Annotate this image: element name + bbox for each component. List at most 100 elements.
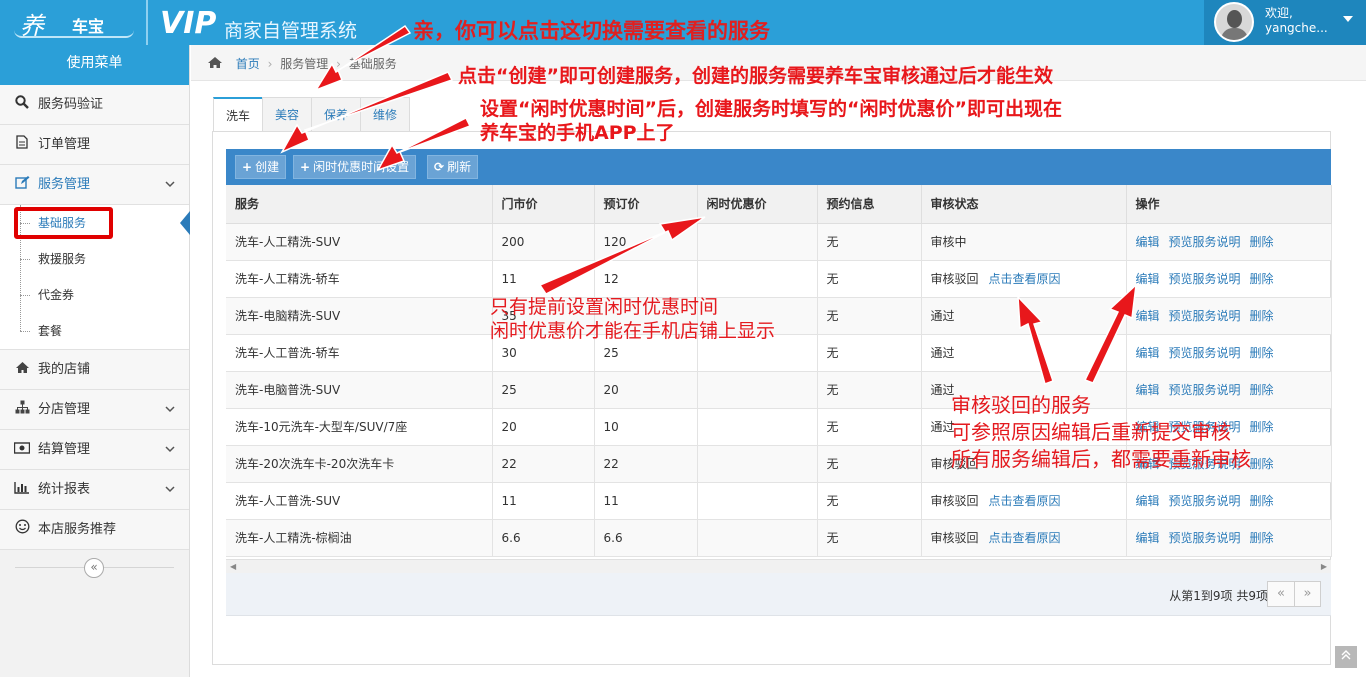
sidebar-item-my-shop[interactable]: 我的店铺 xyxy=(0,350,189,390)
table-row[interactable]: 洗车-人工精洗-棕榈油 6.6 6.6 无审核驳回 点击查看原因 编辑 预览服务说明 删除 xyxy=(226,519,1332,557)
review-status-text: 审核中 xyxy=(930,235,967,249)
column-header-service[interactable]: 服务 xyxy=(226,185,493,224)
preview-description-link[interactable]: 预览服务说明 xyxy=(1169,235,1241,249)
annotation-idle-tip-line1: 设置“闲时优惠时间”后，创建服务时填写的“闲时优惠价”即可出现在 xyxy=(480,98,1062,120)
sidebar-item-settlement[interactable]: 结算管理 xyxy=(0,430,189,470)
preview-description-link[interactable]: 预览服务说明 xyxy=(1169,531,1241,545)
review-status-cell: 审核中 xyxy=(921,223,1127,261)
welcome-label: 欢迎, xyxy=(1265,6,1293,20)
delete-link[interactable]: 删除 xyxy=(1250,309,1274,323)
column-header-market-price[interactable]: 门市价 xyxy=(492,185,595,224)
table-row[interactable]: 洗车-人工普洗-轿车 30 25 无通过 编辑 预览服务说明 删除 xyxy=(226,334,1332,372)
view-reason-link[interactable]: 点击查看原因 xyxy=(989,494,1061,508)
money-icon xyxy=(13,430,31,469)
delete-link[interactable]: 删除 xyxy=(1250,346,1274,360)
table-row[interactable]: 洗车-人工精洗-轿车 11 12 无审核驳回 点击查看原因 编辑 预览服务说明 删除 xyxy=(226,260,1332,298)
delete-link[interactable]: 删除 xyxy=(1250,457,1274,471)
table-row[interactable]: 洗车-人工精洗-SUV 200 120 无审核中 编辑 预览服务说明 删除 xyxy=(226,223,1332,261)
submenu-item-rescue-service[interactable]: 救援服务 xyxy=(0,241,189,277)
review-status-text: 审核驳回 xyxy=(930,494,979,508)
idle-price-cell xyxy=(697,260,818,298)
market-price-cell: 200 xyxy=(492,223,595,261)
column-header-booking-price[interactable]: 预订价 xyxy=(594,185,698,224)
preview-description-link[interactable]: 预览服务说明 xyxy=(1169,272,1241,286)
submenu-item-basic-service[interactable]: 基础服务 xyxy=(0,205,190,241)
preview-description-link[interactable]: 预览服务说明 xyxy=(1169,309,1241,323)
double-chevron-left-icon[interactable]: « xyxy=(84,558,104,578)
edit-link[interactable]: 编辑 xyxy=(1136,235,1160,249)
view-reason-link[interactable]: 点击查看原因 xyxy=(989,531,1061,545)
pager: « » xyxy=(1267,581,1321,607)
sidebar-item-reports[interactable]: 统计报表 xyxy=(0,470,189,510)
booking-price-cell: 10 xyxy=(594,408,698,446)
user-menu[interactable]: 欢迎, yangche... xyxy=(1204,0,1366,45)
create-button[interactable]: + 创建 xyxy=(235,155,287,179)
actions-cell: 编辑 预览服务说明 删除 xyxy=(1126,482,1332,520)
submenu-item-package[interactable]: 套餐 xyxy=(0,313,189,349)
prev-page-button[interactable]: « xyxy=(1268,582,1294,606)
tab-beauty[interactable]: 美容 xyxy=(262,97,313,132)
table-row[interactable]: 洗车-人工普洗-SUV 11 11 无审核驳回 点击查看原因 编辑 预览服务说明 删除 xyxy=(226,482,1332,520)
sidebar-item-orders[interactable]: 订单管理 xyxy=(0,125,189,165)
delete-link[interactable]: 删除 xyxy=(1250,494,1274,508)
next-page-button[interactable]: » xyxy=(1294,582,1320,606)
booking-price-cell: 12 xyxy=(594,260,698,298)
column-header-review-status[interactable]: 审核状态 xyxy=(921,185,1127,224)
sidebar-item-service-management[interactable]: 服务管理 xyxy=(0,165,189,205)
scroll-to-top-icon[interactable] xyxy=(1335,646,1357,668)
booking-info-cell: 无 xyxy=(817,482,922,520)
market-price-cell: 11 xyxy=(492,482,595,520)
create-button-label: 创建 xyxy=(255,160,280,174)
delete-link[interactable]: 删除 xyxy=(1250,420,1274,434)
booking-info-cell: 无 xyxy=(817,371,922,409)
tab-car-wash[interactable]: 洗车 xyxy=(213,97,264,133)
booking-price-cell: 120 xyxy=(594,223,698,261)
delete-link[interactable]: 删除 xyxy=(1250,531,1274,545)
horizontal-scrollbar[interactable]: ◀ ▶ xyxy=(226,559,1331,573)
edit-link[interactable]: 编辑 xyxy=(1136,531,1160,545)
edit-link[interactable]: 编辑 xyxy=(1136,309,1160,323)
preview-description-link[interactable]: 预览服务说明 xyxy=(1169,346,1241,360)
scroll-left-icon[interactable]: ◀ xyxy=(230,562,236,571)
brand-logo[interactable]: 养 车宝 xyxy=(0,0,148,45)
idle-time-setting-button[interactable]: + 闲时优惠时间设置 xyxy=(293,155,417,179)
sidebar-item-recommend[interactable]: 本店服务推荐 xyxy=(0,510,189,550)
annotation-idle-price: 只有提前设置闲时优惠时间 闲时优惠价才能在手机店铺上显示 xyxy=(490,295,775,343)
sidebar-item-branch-management[interactable]: 分店管理 xyxy=(0,390,189,430)
idle-time-setting-label: 闲时优惠时间设置 xyxy=(313,160,410,174)
annotation-idle-tip: 设置“闲时优惠时间”后，创建服务时填写的“闲时优惠价”即可出现在 养车宝的手机A… xyxy=(480,97,1062,145)
edit-link[interactable]: 编辑 xyxy=(1136,494,1160,508)
breadcrumb-home[interactable]: 首页 xyxy=(236,57,260,71)
edit-link[interactable]: 编辑 xyxy=(1136,272,1160,286)
sidebar-item-service-code[interactable]: 服务码验证 xyxy=(0,85,189,125)
annotation-switch-tip: 亲，你可以点击这切换需要查看的服务 xyxy=(413,19,770,43)
refresh-button[interactable]: ⟳ 刷新 xyxy=(427,155,479,179)
actions-cell: 编辑 预览服务说明 删除 xyxy=(1126,334,1332,372)
table-row[interactable]: 洗车-电脑精洗-SUV 35 无通过 编辑 预览服务说明 删除 xyxy=(226,297,1332,335)
search-icon xyxy=(13,85,31,124)
delete-link[interactable]: 删除 xyxy=(1250,235,1274,249)
preview-description-link[interactable]: 预览服务说明 xyxy=(1169,494,1241,508)
chevron-down-icon[interactable] xyxy=(1343,16,1353,22)
view-reason-link[interactable]: 点击查看原因 xyxy=(989,272,1061,286)
delete-link[interactable]: 删除 xyxy=(1250,383,1274,397)
review-status-cell: 审核驳回 点击查看原因 xyxy=(921,260,1127,298)
avatar[interactable] xyxy=(1214,2,1254,42)
column-header-idle-price[interactable]: 闲时优惠价 xyxy=(697,185,818,224)
delete-link[interactable]: 删除 xyxy=(1250,272,1274,286)
highlight-box xyxy=(14,207,113,239)
home-icon[interactable] xyxy=(207,54,228,72)
edit-link[interactable]: 编辑 xyxy=(1136,346,1160,360)
idle-price-cell xyxy=(697,408,818,446)
active-pointer xyxy=(180,211,190,235)
tab-maintenance[interactable]: 保养 xyxy=(311,97,362,132)
plus-icon: + xyxy=(300,160,311,174)
service-cell: 洗车-人工精洗-轿车 xyxy=(226,260,493,298)
column-header-booking-info[interactable]: 预约信息 xyxy=(817,185,922,224)
market-price-cell: 11 xyxy=(492,260,595,298)
tab-repair[interactable]: 维修 xyxy=(360,97,411,132)
sidebar-item-label: 分店管理 xyxy=(38,402,91,417)
vip-label: VIP xyxy=(160,6,217,41)
scroll-right-icon[interactable]: ▶ xyxy=(1321,562,1327,571)
submenu-item-voucher[interactable]: 代金券 xyxy=(0,277,189,313)
